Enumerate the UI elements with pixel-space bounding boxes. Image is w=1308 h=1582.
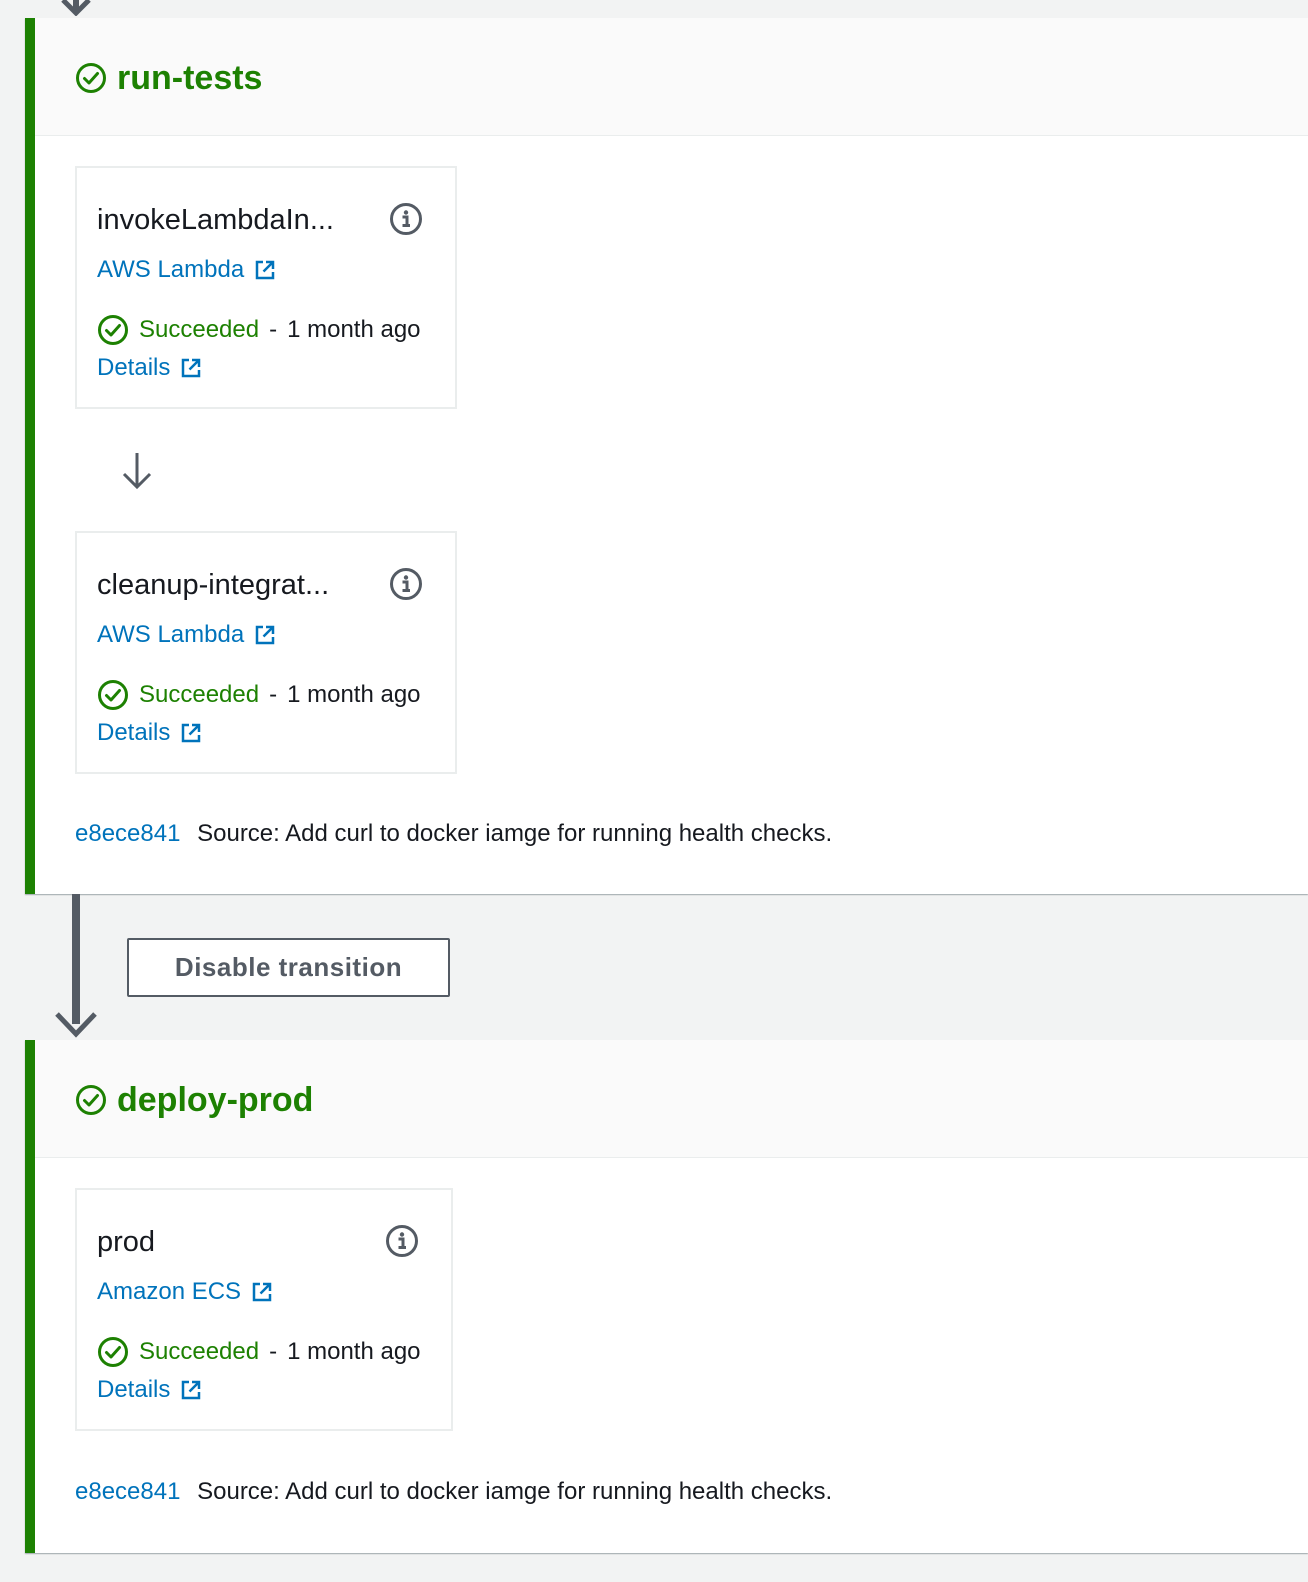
stage-run-tests: run-tests invokeLambdaIn... AWS Lambda S… bbox=[25, 18, 1308, 894]
action-card-invoke-lambda: invokeLambdaIn... AWS Lambda Succeeded -… bbox=[75, 166, 457, 409]
revision-summary: e8ece841 Source: Add curl to docker iamg… bbox=[75, 1478, 832, 1506]
status-time: 1 month ago bbox=[287, 1338, 421, 1365]
commit-id-link[interactable]: e8ece841 bbox=[75, 1478, 180, 1505]
incoming-transition-arrow-icon bbox=[61, 0, 91, 16]
commit-message: Source: Add curl to docker iamge for run… bbox=[197, 820, 833, 847]
provider-name: AWS Lambda bbox=[97, 256, 245, 283]
stage-header: deploy-prod bbox=[35, 1040, 1308, 1158]
details-link[interactable]: Details bbox=[97, 354, 202, 382]
stage-header: run-tests bbox=[35, 18, 1308, 136]
details-label: Details bbox=[97, 1376, 171, 1403]
external-link-icon bbox=[252, 1282, 272, 1302]
status-time: 1 month ago bbox=[287, 681, 421, 708]
status-separator: - bbox=[269, 1338, 278, 1365]
details-label: Details bbox=[97, 354, 171, 381]
status-separator: - bbox=[269, 316, 278, 343]
external-link-icon bbox=[255, 625, 275, 645]
status-separator: - bbox=[269, 681, 278, 708]
transition-arrow-icon bbox=[55, 1012, 97, 1038]
status-text: Succeeded bbox=[139, 681, 260, 708]
stage-title: deploy-prod bbox=[75, 1080, 313, 1120]
arrow-down-icon bbox=[122, 453, 152, 490]
external-link-icon bbox=[255, 260, 275, 280]
action-card-prod: prod Amazon ECS Succeeded - 1 month ago … bbox=[75, 1188, 453, 1431]
details-label: Details bbox=[97, 719, 171, 746]
provider-link[interactable]: Amazon ECS bbox=[97, 1278, 273, 1306]
commit-id-link[interactable]: e8ece841 bbox=[75, 820, 180, 847]
stage-title: run-tests bbox=[75, 58, 262, 98]
action-status: Succeeded - 1 month ago bbox=[97, 679, 421, 711]
action-name: prod bbox=[97, 1226, 156, 1258]
info-icon[interactable] bbox=[385, 1224, 419, 1258]
provider-link[interactable]: AWS Lambda bbox=[97, 256, 276, 284]
info-icon[interactable] bbox=[389, 567, 423, 601]
provider-link[interactable]: AWS Lambda bbox=[97, 621, 276, 649]
action-name: invokeLambdaIn... bbox=[97, 204, 334, 236]
external-link-icon bbox=[182, 723, 201, 743]
action-status: Succeeded - 1 month ago bbox=[97, 314, 421, 346]
status-text: Succeeded bbox=[139, 316, 260, 343]
check-circle-icon bbox=[98, 315, 128, 345]
details-link[interactable]: Details bbox=[97, 719, 202, 747]
revision-summary: e8ece841 Source: Add curl to docker iamg… bbox=[75, 820, 832, 848]
external-link-icon bbox=[182, 358, 201, 378]
provider-name: Amazon ECS bbox=[97, 1278, 242, 1305]
info-icon[interactable] bbox=[389, 202, 423, 236]
action-name: cleanup-integrat... bbox=[97, 569, 330, 601]
check-circle-icon bbox=[98, 680, 128, 710]
check-circle-icon bbox=[98, 1337, 128, 1367]
status-text: Succeeded bbox=[139, 1338, 260, 1365]
commit-message: Source: Add curl to docker iamge for run… bbox=[197, 1478, 833, 1505]
status-time: 1 month ago bbox=[287, 316, 421, 343]
check-circle-icon bbox=[76, 63, 106, 93]
provider-name: AWS Lambda bbox=[97, 621, 245, 648]
details-link[interactable]: Details bbox=[97, 1376, 202, 1404]
action-card-cleanup-integration: cleanup-integrat... AWS Lambda Succeeded… bbox=[75, 531, 457, 774]
disable-transition-button[interactable]: Disable transition bbox=[127, 938, 450, 997]
stage-name: deploy-prod bbox=[117, 1081, 314, 1119]
stage-deploy-prod: deploy-prod prod Amazon ECS Succeeded - … bbox=[25, 1040, 1308, 1553]
action-status: Succeeded - 1 month ago bbox=[97, 1336, 421, 1368]
check-circle-icon bbox=[76, 1085, 106, 1115]
transition-line bbox=[72, 894, 80, 1024]
stage-name: run-tests bbox=[117, 59, 263, 97]
external-link-icon bbox=[182, 1380, 201, 1400]
